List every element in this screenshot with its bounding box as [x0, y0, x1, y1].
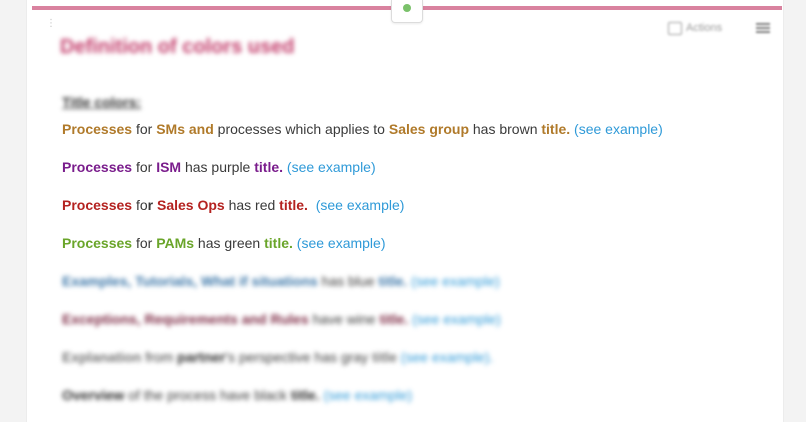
text: of the process have black — [124, 387, 291, 403]
title-word: title. — [379, 311, 409, 327]
text: has red — [224, 197, 280, 213]
see-example-link[interactable]: (see example) — [316, 197, 405, 213]
green-dot-icon — [403, 4, 411, 12]
gray-title-line: Explanation from partner's perspective h… — [62, 349, 493, 365]
text: 's perspective has gray — [225, 349, 373, 365]
text: has purple — [181, 159, 255, 175]
green-title-line: Processes for PAMs has green title. (see… — [62, 235, 385, 251]
section-title: Title colors: — [62, 94, 142, 110]
partner-label: partner — [177, 349, 226, 365]
subject-label: Explanation — [62, 349, 142, 365]
subject-label: Examples, Tutorials, What if situations — [62, 273, 318, 289]
subject-label: Overview — [62, 387, 125, 403]
text: has blue — [317, 273, 379, 289]
text: fo — [132, 197, 148, 213]
blue-title-line: Examples, Tutorials, What if situations … — [62, 273, 500, 289]
brown-title-line: Processes for SMs and processes which ap… — [62, 121, 663, 137]
see-example-link[interactable]: (see example) — [574, 121, 663, 137]
see-example-link[interactable]: (see example) — [323, 387, 412, 403]
title-word: title. — [254, 159, 284, 175]
sms-label: SMs and — [156, 121, 214, 137]
purple-title-line: Processes for ISM has purple title. (see… — [62, 159, 376, 175]
title-word: title. — [264, 235, 293, 251]
text: for — [132, 235, 157, 251]
text: processes which applies to — [213, 121, 389, 137]
see-example-link[interactable]: (see example) — [297, 235, 386, 251]
see-example-link[interactable]: (see example) — [411, 273, 500, 289]
processes-label: Processes — [62, 121, 133, 137]
actions-label: Actions — [686, 22, 723, 34]
see-example-link[interactable]: (see example) — [412, 311, 501, 327]
text: for — [132, 159, 157, 175]
processes-label: Processes — [62, 197, 133, 213]
panel-icon — [668, 21, 682, 35]
text: has green — [194, 235, 265, 251]
text: has brown — [469, 121, 542, 137]
title-word: title. — [541, 121, 571, 137]
sales-ops-label: Sales Ops — [156, 197, 225, 213]
pams-label: PAMs — [156, 235, 195, 251]
text: have wine — [308, 311, 380, 327]
drag-handle-icon[interactable]: ⋮ — [46, 19, 56, 34]
text: r — [147, 197, 154, 213]
sales-group-label: Sales group — [388, 121, 469, 137]
processes-label: Processes — [62, 235, 133, 251]
wine-title-line: Exceptions, Requirements and Rules have … — [62, 311, 501, 327]
text: for — [132, 121, 157, 137]
see-example-link[interactable]: (see example) — [287, 159, 376, 175]
red-title-line: Processes for Sales Ops has red title. (… — [62, 197, 404, 213]
subject-label: Exceptions, Requirements and Rules — [62, 311, 309, 327]
title-word: title. — [378, 273, 408, 289]
actions-button[interactable]: Actions — [668, 20, 722, 36]
see-example-link[interactable]: (see example). — [401, 349, 494, 365]
menu-icon[interactable] — [756, 23, 770, 33]
processes-label: Processes — [62, 159, 133, 175]
page-title: Definition of colors used — [60, 36, 295, 58]
title-word: title. — [290, 387, 320, 403]
expand-tab-handle[interactable] — [391, 0, 423, 23]
title-word: title. — [279, 197, 308, 213]
black-title-line: Overview of the process have black title… — [62, 387, 412, 403]
title-word: title — [372, 349, 397, 365]
text: from — [141, 349, 178, 365]
ism-label: ISM — [156, 159, 182, 175]
